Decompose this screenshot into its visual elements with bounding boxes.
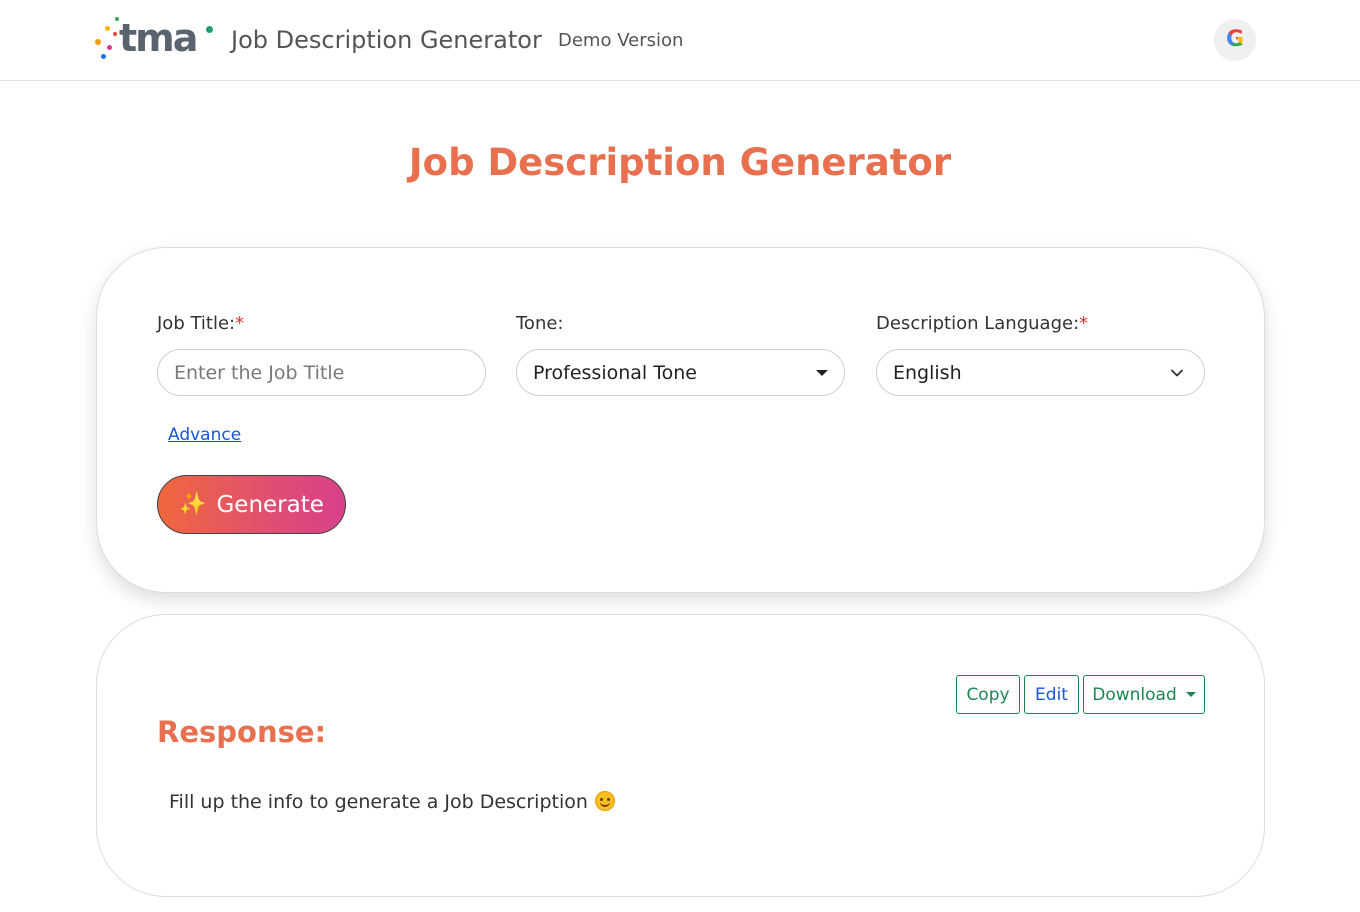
page-title: Job Description Generator — [408, 141, 952, 184]
smiling-face-icon — [594, 791, 615, 811]
job-title-label: Job Title:* — [157, 312, 244, 336]
version-label: Demo Version — [558, 30, 684, 51]
description-language-select[interactable]: English — [876, 349, 1205, 396]
sparkles-icon: ✨ — [179, 491, 207, 517]
language-selected-value: English — [893, 361, 962, 384]
copy-button[interactable]: Copy — [956, 675, 1020, 714]
app-title: Job Description Generator — [231, 26, 542, 54]
job-title-label-text: Job Title: — [157, 313, 236, 334]
tone-selected-value: Professional Tone — [533, 361, 697, 384]
required-asterisk: * — [1079, 313, 1089, 334]
generate-button-label: Generate — [216, 491, 324, 518]
caret-down-icon — [1185, 692, 1196, 697]
logo-dots-icon — [93, 14, 121, 62]
logo-wordmark: tma — [119, 16, 198, 60]
tone-select[interactable]: Professional Tone — [516, 349, 845, 396]
response-message: Fill up the info to generate a Job Descr… — [169, 790, 615, 814]
response-card: Copy Edit Download Response: Fill up the… — [96, 614, 1265, 897]
tone-label: Tone: — [516, 313, 564, 334]
advance-options-link[interactable]: Advance — [168, 424, 241, 446]
google-account-button[interactable]: G — [1214, 19, 1256, 61]
response-message-text: Fill up the info to generate a Job Descr… — [169, 791, 588, 813]
required-asterisk: * — [235, 313, 245, 334]
description-language-label-text: Description Language: — [876, 313, 1080, 334]
description-language-label: Description Language:* — [876, 312, 1088, 336]
download-button-label: Download — [1092, 684, 1177, 705]
logo-accent-dot — [206, 26, 213, 33]
download-dropdown-button[interactable]: Download — [1083, 675, 1205, 714]
response-title: Response: — [157, 715, 327, 749]
top-navbar: tma Job Description Generator Demo Versi… — [0, 0, 1360, 81]
generate-button[interactable]: ✨ Generate — [157, 475, 346, 534]
google-icon: G — [1225, 27, 1245, 52]
chevron-down-icon — [1171, 369, 1183, 377]
job-title-input[interactable] — [157, 349, 486, 396]
generator-form-card: Job Title:* Tone: Professional Tone Desc… — [96, 247, 1265, 593]
tma-logo[interactable]: tma — [93, 14, 217, 62]
caret-down-icon — [816, 370, 828, 376]
edit-button[interactable]: Edit — [1024, 675, 1079, 714]
